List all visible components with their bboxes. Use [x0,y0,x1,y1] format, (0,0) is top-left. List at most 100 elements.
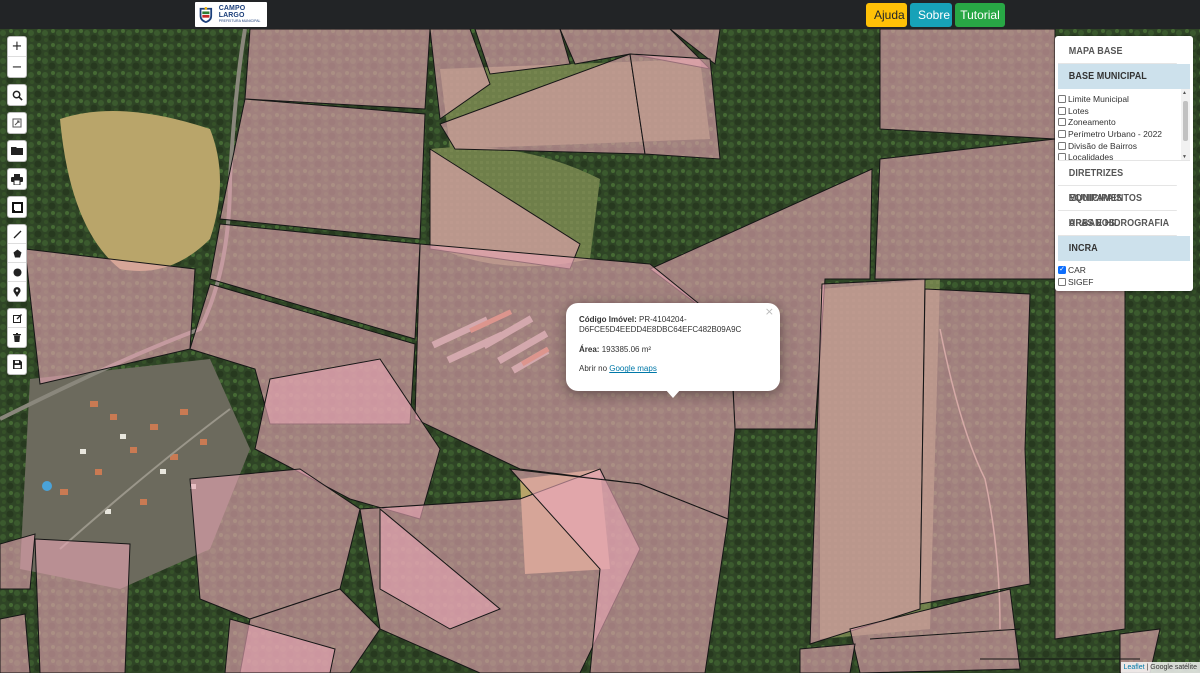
layer-localidades[interactable]: Localidades [1058,151,1190,161]
checkbox[interactable] [1058,153,1066,160]
checkbox[interactable] [1058,277,1066,286]
layer-label: Localidades [1068,152,1114,161]
save-button[interactable] [8,355,26,374]
campo-largo-logo[interactable]: CAMPO LARGO PREFEITURA MUNICIPAL [195,2,267,27]
popup-close-icon[interactable]: × [765,305,774,319]
logo-subtitle: PREFEITURA MUNICIPAL [218,19,261,24]
extent-control [7,112,27,134]
codigo-imovel-row: Código Imóvel: PR-4104204- D6FCE5D4EEDD4… [579,315,767,336]
layer-label: Perímetro Urbano - 2022 [1068,128,1163,139]
codigo-imovel-value: PR-4104204- [639,315,687,324]
layer-label: Divisão de Bairros [1068,140,1137,151]
open-file-button[interactable] [8,141,26,161]
area-value: 193385.06 m² [601,344,652,354]
attribution-source: Google satélite [1150,664,1197,671]
layer-label: CAR [1068,264,1086,275]
section-apas-hidrografia[interactable]: APAS E HIDROGRAFIA [1058,211,1177,236]
square-select-button[interactable] [8,197,26,217]
scroll-up-icon[interactable]: ▲ [1182,90,1187,96]
tutorial-button[interactable]: Tutorial [955,3,1005,27]
checkbox[interactable] [1058,94,1066,103]
parcel-info-popup: × Código Imóvel: PR-4104204- D6FCE5D4EED… [566,303,780,391]
search-control [7,84,27,106]
search-button[interactable] [8,85,26,105]
layer-perimetro-urbano[interactable]: Perímetro Urbano - 2022 [1058,128,1190,140]
map-toolbar: + − [7,36,27,381]
layer-label: SIGEF [1068,276,1094,287]
municipal-seal-icon [199,6,213,23]
draw-circle-button[interactable] [8,263,26,282]
checkbox-checked[interactable]: ✓ [1058,265,1066,274]
save-control [7,354,27,375]
draw-marker-icon [13,286,21,297]
draw-line-button[interactable] [8,225,26,244]
section-diretrizes-municipais[interactable]: DIRETRIZES MUNICIPAIS [1058,161,1177,204]
square-select-icon [11,201,23,213]
map-attribution: Leaflet | Google satélite [1120,662,1200,673]
layer-label: Limite Municipal [1068,93,1129,104]
layer-list-scrollbar[interactable]: ▲ ▼ [1181,89,1190,160]
print-control [7,168,27,190]
top-bar: CAMPO LARGO PREFEITURA MUNICIPAL Ajuda S… [0,0,1200,29]
area-label: Área: [579,344,600,354]
draw-control [7,224,27,302]
sobre-button[interactable]: Sobre [910,3,952,27]
layer-limite-municipal[interactable]: Limite Municipal [1058,93,1190,105]
incra-layer-list: ✓ CAR SIGEF [1058,261,1190,287]
layers-panel: MAPA BASE BASE MUNICIPAL Limite Municipa… [1055,36,1193,292]
print-button[interactable] [8,169,26,189]
layer-divisao-bairros[interactable]: Divisão de Bairros [1058,140,1190,152]
zoom-out-button[interactable]: − [8,57,26,77]
checkbox[interactable] [1058,118,1066,127]
leaflet-link[interactable]: Leaflet [1124,664,1145,671]
layer-car[interactable]: ✓ CAR [1058,264,1190,276]
search-icon [12,90,23,101]
logo-title: CAMPO LARGO [218,5,246,20]
scroll-down-icon[interactable]: ▼ [1182,154,1187,160]
map-canvas[interactable]: + − × Código Imóvel: PR-4104204- D6FCE5D… [0,29,1200,673]
section-base-municipal-header: BASE MUNICIPAL [1058,64,1190,89]
edit-control [7,308,27,348]
checkbox[interactable] [1058,129,1066,138]
draw-polygon-icon [13,249,21,257]
delete-layers-button[interactable] [8,328,26,347]
zoom-control: + − [7,36,27,78]
layer-label: Zoneamento [1068,117,1116,128]
zoom-in-button[interactable]: + [8,37,26,57]
folder-open-icon [10,147,23,155]
delete-icon [13,333,21,342]
section-equipamentos-urbanos[interactable]: EQUIPAMENTOS URBANOS [1058,186,1177,229]
section-incra[interactable]: INCRA [1058,236,1177,261]
layer-sigef[interactable]: SIGEF [1058,276,1190,288]
section-incra-header: INCRA [1058,236,1190,261]
draw-circle-icon [13,268,21,276]
scroll-thumb[interactable] [1183,101,1188,141]
layer-label: Lotes [1068,105,1089,116]
draw-marker-button[interactable] [8,282,26,301]
layer-zoneamento[interactable]: Zoneamento [1058,116,1190,128]
square-select-control [7,196,27,218]
zoom-extent-icon [12,118,22,128]
section-mapa-base[interactable]: MAPA BASE [1058,39,1177,64]
area-row: Área: 193385.06 m² [579,345,767,355]
edit-icon [12,313,22,323]
codigo-imovel-value-2: D6FCE5D4EEDD4E8DBC64EFC482B09A9C [579,325,742,335]
open-google-maps-row: Abrir no Google maps [579,364,767,374]
save-icon [12,360,22,369]
layer-lotes[interactable]: Lotes [1058,105,1190,117]
google-maps-link[interactable]: Google maps [609,364,657,373]
print-icon [11,173,23,185]
popup-tip [665,389,681,398]
ajuda-button[interactable]: Ajuda [866,3,907,27]
edit-layers-button[interactable] [8,309,26,328]
draw-line-icon [13,230,21,238]
abrir-no-text: Abrir no [579,364,608,374]
codigo-imovel-label: Código Imóvel: [579,315,637,324]
checkbox[interactable] [1058,141,1066,150]
section-base-municipal[interactable]: BASE MUNICIPAL [1058,64,1177,89]
zoom-extent-button[interactable] [8,113,26,133]
checkbox[interactable] [1058,106,1066,115]
base-municipal-layer-list: Limite Municipal Lotes Zoneamento Períme… [1058,89,1190,161]
draw-polygon-button[interactable] [8,244,26,263]
open-file-control [7,140,27,162]
